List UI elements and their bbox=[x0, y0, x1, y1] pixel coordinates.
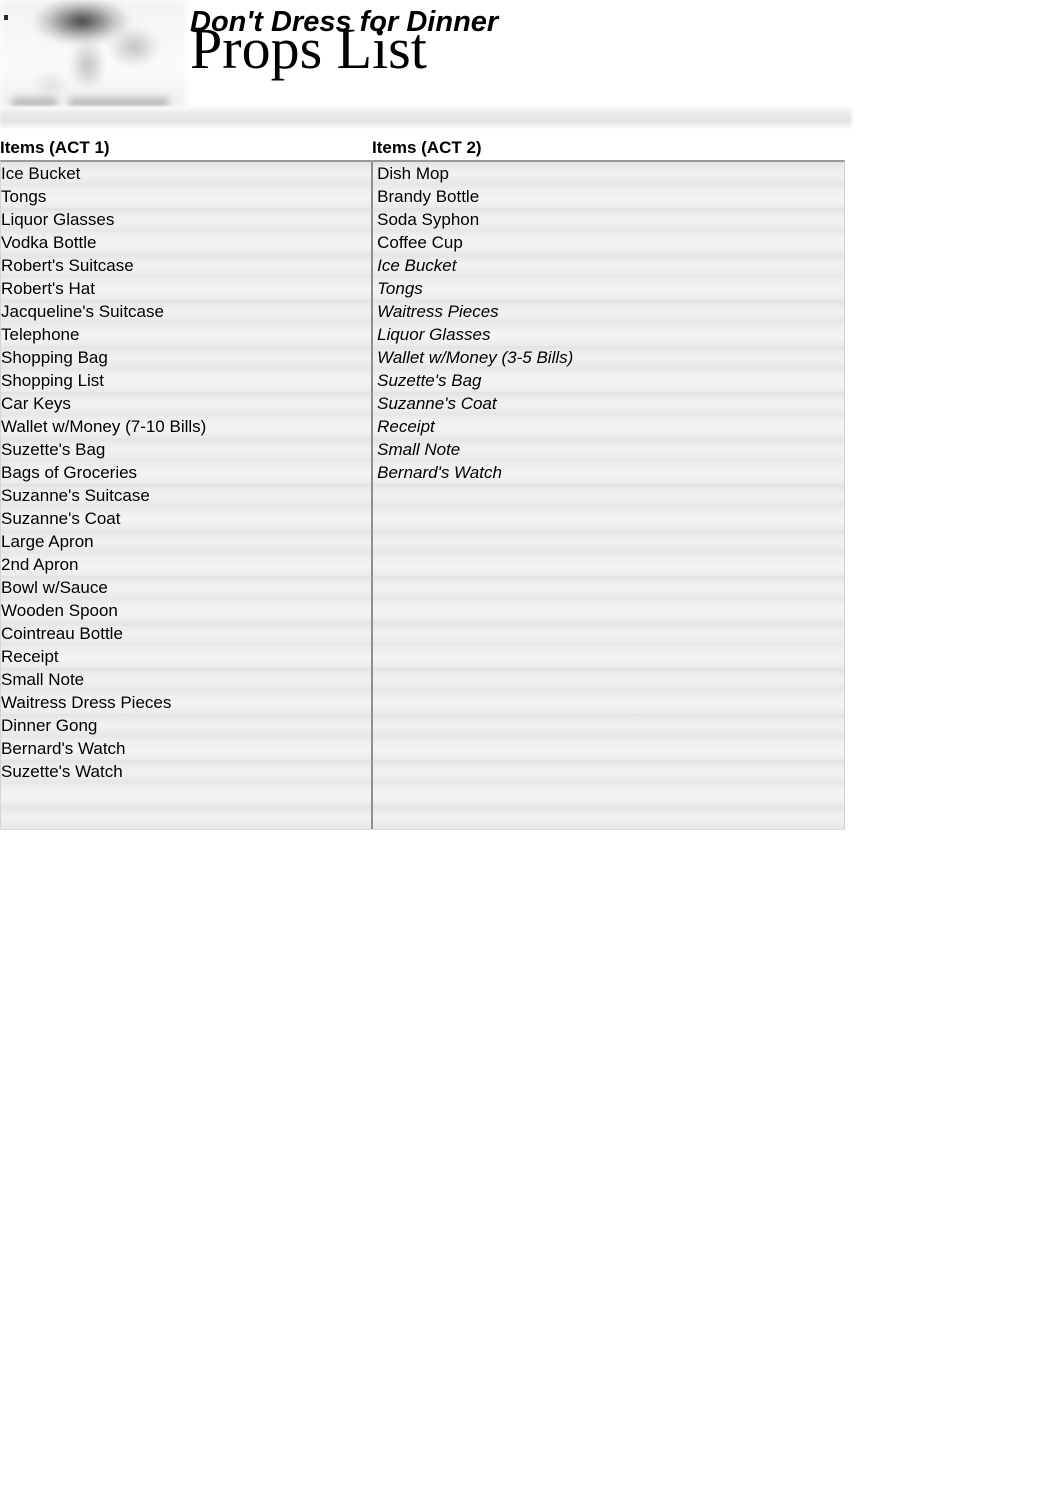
act2-item-cell: Ice Bucket bbox=[377, 256, 457, 275]
table-row: Vodka Bottle Coffee Cup bbox=[1, 231, 844, 254]
table-row: Robert's Suitcase Ice Bucket bbox=[1, 254, 844, 277]
title-block: Don't Dress for Dinner Props List bbox=[190, 0, 890, 78]
act2-item-cell: Coffee Cup bbox=[377, 233, 463, 252]
act1-item-cell: Cointreau Bottle bbox=[1, 624, 123, 643]
table-row: Suzanne's Coat bbox=[1, 507, 844, 530]
page-title: Props List bbox=[190, 16, 427, 81]
table-row: Suzette's Watch bbox=[1, 760, 844, 783]
table-row: Wallet w/Money (7-10 Bills) Receipt bbox=[1, 415, 844, 438]
table-row: Telephone Liquor Glasses bbox=[1, 323, 844, 346]
act2-item-cell bbox=[370, 576, 844, 599]
act2-item-cell bbox=[370, 484, 844, 507]
act2-item-cell: Soda Syphon bbox=[377, 210, 480, 229]
table-row: Small Note bbox=[1, 668, 844, 691]
act2-item-cell: Receipt bbox=[377, 417, 435, 436]
act1-item-cell: Bowl w/Sauce bbox=[1, 578, 108, 597]
table-row: Cointreau Bottle bbox=[1, 622, 844, 645]
act1-item-cell: Receipt bbox=[1, 647, 59, 666]
act1-item-cell: Suzette's Bag bbox=[1, 440, 106, 459]
table-row: Suzette's Bag Small Note bbox=[1, 438, 844, 461]
act2-item-cell bbox=[370, 737, 844, 760]
act1-item-cell: Small Note bbox=[1, 670, 85, 689]
table-row: Suzanne's Suitcase bbox=[1, 484, 844, 507]
production-logo-image bbox=[0, 0, 186, 118]
table-row: Receipt bbox=[1, 645, 844, 668]
table-row: Bags of Groceries Bernard's Watch bbox=[1, 461, 844, 484]
act2-item-cell: Tongs bbox=[377, 279, 423, 298]
act2-item-cell bbox=[370, 714, 844, 737]
act1-item-cell bbox=[1, 783, 370, 806]
act1-item-cell: Car Keys bbox=[1, 394, 71, 413]
table-row: Bowl w/Sauce bbox=[1, 576, 844, 599]
table-row: Ice Bucket Dish Mop bbox=[1, 162, 844, 185]
table-row: Large Apron bbox=[1, 530, 844, 553]
act2-item-cell bbox=[370, 806, 844, 829]
act1-item-cell: Wooden Spoon bbox=[1, 601, 118, 620]
act1-item-cell: Bags of Groceries bbox=[1, 463, 138, 482]
act1-item-cell: Liquor Glasses bbox=[1, 210, 115, 229]
act2-item-cell: Waitress Pieces bbox=[377, 302, 499, 321]
page-header: Don't Dress for Dinner Props List bbox=[0, 0, 1062, 132]
table-row bbox=[1, 806, 844, 829]
act2-item-cell bbox=[370, 530, 844, 553]
table-row: Dinner Gong bbox=[1, 714, 844, 737]
column-header-row: Items (ACT 1) Items (ACT 2) bbox=[0, 138, 852, 160]
act2-item-cell: Suzette's Bag bbox=[377, 371, 482, 390]
act2-item-cell bbox=[370, 668, 844, 691]
act2-item-cell: Small Note bbox=[377, 440, 461, 459]
act2-item-cell: Dish Mop bbox=[377, 164, 449, 183]
act1-item-cell: Wallet w/Money (7-10 Bills) bbox=[1, 417, 207, 436]
act2-item-cell: Brandy Bottle bbox=[377, 187, 480, 206]
column-header-act1: Items (ACT 1) bbox=[0, 138, 110, 157]
act2-item-cell bbox=[370, 599, 844, 622]
table-row: Liquor Glasses Soda Syphon bbox=[1, 208, 844, 231]
act1-item-cell: Tongs bbox=[1, 187, 47, 206]
act1-item-cell: Ice Bucket bbox=[1, 164, 81, 183]
act2-item-cell: Wallet w/Money (3-5 Bills) bbox=[377, 348, 574, 367]
table-row: Robert's Hat Tongs bbox=[1, 277, 844, 300]
act2-item-cell bbox=[370, 645, 844, 668]
table-row: Shopping List Suzette's Bag bbox=[1, 369, 844, 392]
props-table: Items (ACT 1) Items (ACT 2) Ice Bucket Di… bbox=[0, 138, 852, 830]
act1-item-cell: Jacqueline's Suitcase bbox=[1, 302, 164, 321]
act2-item-cell bbox=[370, 622, 844, 645]
act2-item-cell bbox=[370, 691, 844, 714]
act1-item-cell: Telephone bbox=[1, 325, 80, 344]
act1-item-cell: Large Apron bbox=[1, 532, 94, 551]
table-row bbox=[1, 783, 844, 806]
act2-item-cell bbox=[370, 760, 844, 783]
table-row: Car Keys Suzanne's Coat bbox=[1, 392, 844, 415]
act2-item-cell: Liquor Glasses bbox=[377, 325, 491, 344]
table-row: Shopping Bag Wallet w/Money (3-5 Bills) bbox=[1, 346, 844, 369]
table-row: Wooden Spoon bbox=[1, 599, 844, 622]
column-divider bbox=[371, 162, 373, 829]
act1-item-cell: Robert's Suitcase bbox=[1, 256, 134, 275]
table-row: 2nd Apron bbox=[1, 553, 844, 576]
table-row: Bernard's Watch bbox=[1, 737, 844, 760]
act1-item-cell bbox=[1, 806, 370, 829]
act1-item-cell: Suzette's Watch bbox=[1, 762, 123, 781]
column-header-act2: Items (ACT 2) bbox=[372, 138, 482, 157]
act2-item-cell bbox=[370, 507, 844, 530]
table-row: Tongs Brandy Bottle bbox=[1, 185, 844, 208]
act1-item-cell: Waitress Dress Pieces bbox=[1, 693, 172, 712]
table-row: Waitress Dress Pieces bbox=[1, 691, 844, 714]
act1-item-cell: Suzanne's Coat bbox=[1, 509, 121, 528]
act1-item-cell: Dinner Gong bbox=[1, 716, 98, 735]
act1-item-cell: Bernard's Watch bbox=[1, 739, 126, 758]
table-row: Jacqueline's Suitcase Waitress Pieces bbox=[1, 300, 844, 323]
act1-item-cell: Shopping Bag bbox=[1, 348, 108, 367]
act2-item-cell: Bernard's Watch bbox=[377, 463, 502, 482]
props-table-grid: Ice Bucket Dish Mop Tongs Brandy Bottle Liqu… bbox=[0, 160, 845, 830]
act1-item-cell: Suzanne's Suitcase bbox=[1, 486, 150, 505]
act1-item-cell: Vodka Bottle bbox=[1, 233, 97, 252]
header-divider-band bbox=[0, 106, 852, 128]
act2-item-cell bbox=[370, 553, 844, 576]
act1-item-cell: 2nd Apron bbox=[1, 555, 79, 574]
act2-item-cell bbox=[370, 783, 844, 806]
corner-marker-dot bbox=[4, 15, 8, 20]
act1-item-cell: Shopping List bbox=[1, 371, 105, 390]
act1-item-cell: Robert's Hat bbox=[1, 279, 95, 298]
act2-item-cell: Suzanne's Coat bbox=[377, 394, 497, 413]
